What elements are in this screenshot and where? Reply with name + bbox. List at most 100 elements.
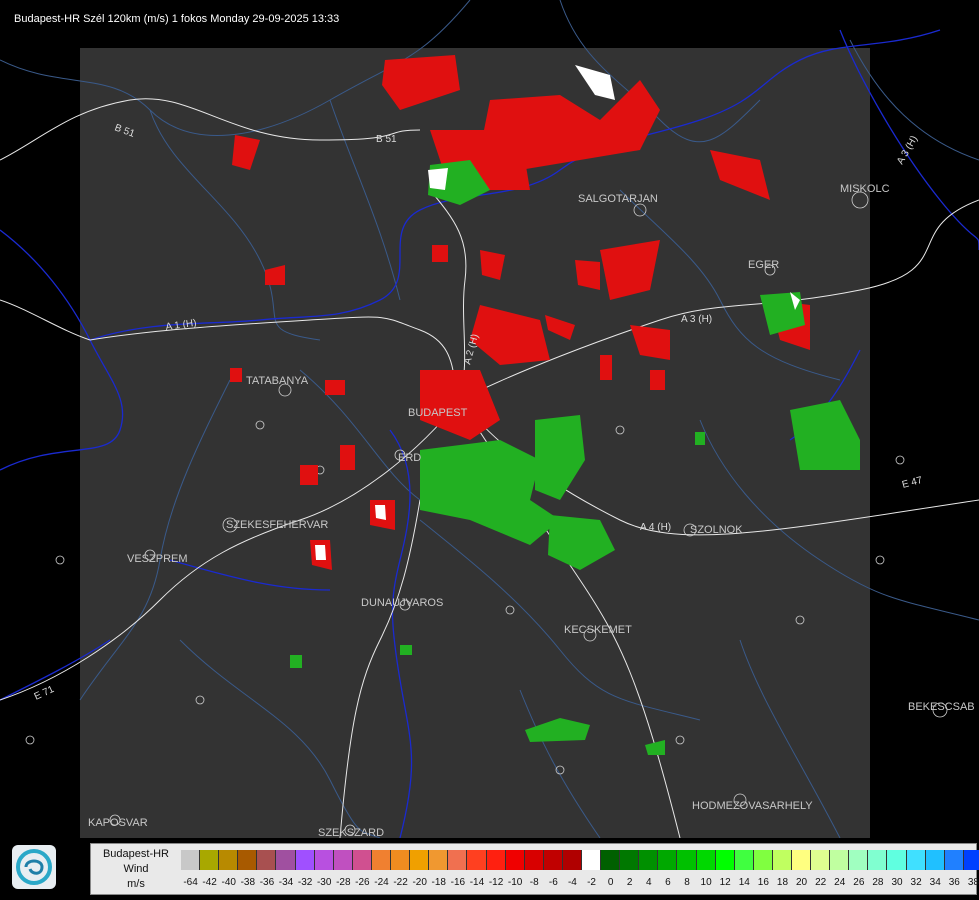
legend-swatch: [620, 850, 640, 870]
legend-swatch: [677, 850, 697, 870]
legend-swatch: [658, 850, 678, 870]
road-label-a3: A 3 (H): [681, 314, 712, 325]
city-label-miskolc: MISKOLC: [840, 183, 890, 195]
legend-tick-label: -40: [221, 877, 236, 888]
legend-tick-label: 2: [626, 877, 633, 888]
legend-tick-label: 6: [665, 877, 671, 888]
legend-swatch: [581, 850, 602, 870]
legend-tick-label: 32: [910, 877, 922, 888]
legend-swatch: [524, 850, 544, 870]
legend-swatch: [792, 850, 812, 870]
legend-tick-label: -34: [278, 877, 294, 888]
city-label-dunaujvaros: DUNAUJVAROS: [361, 597, 443, 609]
legend-tick-label: -14: [469, 877, 485, 888]
legend-swatch: [887, 850, 907, 870]
road-label-e71: E 71: [33, 684, 57, 703]
legend-tick-label: 38: [967, 877, 979, 888]
legend-tick-label: 4: [646, 877, 652, 888]
city-label-bekescsaba: BEKESCSAB: [908, 701, 975, 713]
legend-tick-label: 26: [853, 877, 865, 888]
legend-swatch: [219, 850, 239, 870]
legend-swatch: [849, 850, 869, 870]
legend-swatch: [200, 850, 220, 870]
legend-swatch: [505, 850, 525, 870]
legend-tick-label: -12: [488, 877, 504, 888]
road-label-b51-north: B 51: [376, 134, 397, 145]
legend-swatch: [944, 850, 964, 870]
legend-swatch: [639, 850, 659, 870]
city-label-hodmezovasarhely: HODMEZOVASARHELY: [692, 800, 813, 812]
legend-swatch: [715, 850, 735, 870]
legend-tick-label: -22: [393, 877, 408, 888]
legend-station: Budapest-HR: [102, 848, 170, 860]
legend-tick-label: -18: [431, 877, 446, 888]
legend-tick-label: 36: [948, 877, 960, 888]
legend-tick-label: -38: [240, 877, 256, 888]
legend-tick-label: -4: [567, 877, 577, 888]
legend-tick-label: 30: [891, 877, 903, 888]
legend-swatch: [734, 850, 754, 870]
legend-tick-label: -36: [259, 877, 275, 888]
legend-ticks: -64 -42 -40 -38 -36 -34 -32 -30 -28 -26 -24 -22 -20-…: [181, 877, 979, 888]
legend-swatch: [333, 850, 353, 870]
legend-tick-label: -10: [507, 877, 523, 888]
legend-tick-label: -30: [316, 877, 332, 888]
legend-swatch: [811, 850, 831, 870]
legend-tick-label: -24: [374, 877, 389, 888]
legend-tick-label: 14: [738, 877, 750, 888]
legend-tick-label: -32: [297, 877, 313, 888]
legend-swatch: [830, 850, 850, 870]
city-label-veszprem: VESZPREM: [127, 553, 188, 565]
legend-unit: m/s: [127, 878, 145, 890]
legend-tick-label: -16: [450, 877, 466, 888]
legend-swatch: [562, 850, 582, 870]
city-label-kecskemet: KECSKEMET: [564, 624, 632, 636]
city-label-eger: EGER: [748, 259, 779, 271]
legend-swatch: [772, 850, 792, 870]
legend-tick-label: -2: [587, 877, 596, 888]
city-label-szekszard: SZEKSZARD: [318, 827, 384, 838]
legend-tick-label: 18: [776, 877, 789, 888]
legend-tick-label: -64: [183, 877, 198, 888]
legend-tick-label: -20: [412, 877, 427, 888]
legend-swatch: [295, 850, 315, 870]
legend-swatch: [696, 850, 716, 870]
legend-tick-label: 34: [929, 877, 941, 888]
legend-swatch: [410, 850, 430, 870]
legend-swatch: [391, 850, 411, 870]
legend-tick-label: -6: [548, 877, 558, 888]
legend-swatch: [352, 850, 372, 870]
met-service-logo: [12, 845, 56, 889]
city-label-szolnok: SZOLNOK: [690, 524, 743, 536]
legend-swatch: [925, 850, 945, 870]
legend-tick-label: 8: [684, 877, 690, 888]
legend-tick-label: -28: [336, 877, 351, 888]
legend-swatch: [753, 850, 773, 870]
road-label-a4: A 4 (H): [640, 522, 671, 533]
legend-swatch: [601, 850, 621, 870]
city-label-erd: ERD: [398, 452, 421, 464]
color-legend: Budapest-HR Wind m/s -64 -42 -40 -38 -36 -34-…: [90, 843, 979, 895]
legend-tick-label: -26: [355, 877, 370, 888]
legend-swatch: [314, 850, 334, 870]
legend-swatch: [467, 850, 487, 870]
legend-swatch: [868, 850, 888, 870]
legend-tick-label: 24: [834, 877, 846, 888]
city-label-szekesfehervar: SZEKESFEHERVAR: [226, 519, 328, 531]
city-label-salgotarjan: SALGOTARJAN: [578, 193, 658, 205]
city-label-budapest: BUDAPEST: [408, 407, 468, 419]
legend-swatch: [963, 850, 979, 870]
legend-swatch: [486, 850, 506, 870]
swirl-logo-icon: [16, 849, 52, 885]
radar-map-svg: SALGOTARJAN MISKOLC EGER TATABANYA BUDAP…: [0, 0, 979, 838]
legend-tick-label: 20: [795, 877, 808, 888]
legend-quantity: Wind: [123, 863, 149, 875]
legend-swatch: [906, 850, 926, 870]
city-label-kaposvar: KAPOSVAR: [88, 817, 148, 829]
road-label-a3-ne: A 3 (H): [895, 134, 920, 166]
legend-tick-label: 0: [607, 877, 614, 888]
legend-swatch: [448, 850, 468, 870]
legend-tick-label: -8: [529, 877, 539, 888]
legend-swatch: [257, 850, 277, 870]
legend-tick-label: -42: [202, 877, 217, 888]
